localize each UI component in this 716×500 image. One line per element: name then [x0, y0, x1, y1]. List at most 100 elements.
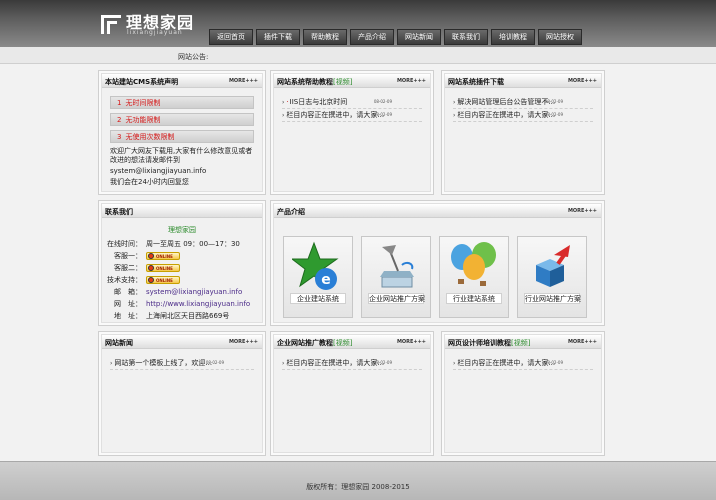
cms-panel: 本站建站CMS系统声明 MORE+++ 1 无时间限制 2 无功能限制 3 无使…: [98, 70, 266, 195]
contact-row: 邮 箱： system@lixiangjiayuan.info: [106, 286, 258, 298]
help-panel: 网站系统帮助教程[视频] MORE+++ › ·IIS日志与北京时间 08-02-0…: [270, 70, 434, 195]
qq-status: ONLINE: [156, 265, 173, 271]
nav-plugin-download[interactable]: 插件下载: [256, 29, 300, 45]
list-item[interactable]: › 栏目内容正在撰进中，请大家... 08-02-09: [282, 357, 422, 370]
more-link[interactable]: MORE+++: [568, 208, 597, 214]
arrow-icon: ›: [110, 360, 113, 367]
panel-title-text: 网站系统帮助教程: [277, 78, 333, 86]
nav-help[interactable]: 帮助教程: [303, 29, 347, 45]
stat-bar: 3 无使用次数限制: [110, 130, 254, 143]
panel-title: 本站建站CMS系统声明: [105, 78, 179, 86]
panel-header: 联系我们: [102, 204, 262, 218]
lamp-icon: [380, 245, 414, 288]
notice-bar: 网站公告:: [0, 47, 716, 64]
nav-training[interactable]: 培训教程: [491, 29, 535, 45]
svg-text:e: e: [321, 272, 331, 288]
list-item[interactable]: › 栏目内容正在撰进中，请大家... 08-02-09: [453, 109, 593, 122]
more-link[interactable]: MORE+++: [397, 78, 426, 84]
list-item[interactable]: › 解决网站管理后台公告管理不... 08-02-09: [453, 96, 593, 109]
company-name: 理想家园: [168, 226, 196, 234]
panel-title: 网页设计师培训教程[视频]: [448, 338, 530, 348]
more-link[interactable]: MORE+++: [229, 78, 258, 84]
contact-label: 客服二：: [114, 264, 142, 272]
contact-label: 网 址：: [114, 300, 142, 308]
list-item-text: 网站第一个模板上线了，欢迎...: [114, 359, 213, 367]
contact-label: 在线时间：: [107, 240, 142, 248]
qq-icon: [148, 277, 154, 283]
product-card[interactable]: 行业建站系统: [439, 236, 509, 318]
site-footer: 版权所有：理想家园 2008-2015: [0, 461, 716, 500]
logo-mark-icon: [101, 15, 121, 34]
list-item-text: 栏目内容正在撰进中，请大家...: [286, 359, 385, 367]
panel-header: 网页设计师培训教程[视频] MORE+++: [445, 335, 601, 349]
list-item-text: 栏目内容正在撰进中，请大家...: [286, 111, 385, 119]
qq-online-button[interactable]: ONLINE: [146, 264, 180, 272]
list-item[interactable]: › ·IIS日志与北京时间 08-02-09: [282, 96, 422, 109]
qq-icon: [148, 265, 154, 271]
reply-note: 我们会在24小时内回复您: [110, 178, 189, 186]
panel-title: 产品介绍: [277, 208, 305, 216]
product-label: 行业网站推广方案: [524, 293, 581, 304]
promo-panel: 企业网站推广教程[视频] MORE+++ › 栏目内容正在撰进中，请大家... 08…: [270, 331, 434, 456]
balloons-icon: [451, 242, 496, 286]
panel-header: 网站系统帮助教程[视频] MORE+++: [274, 74, 430, 88]
product-card[interactable]: e 企业建站系统: [283, 236, 353, 318]
list-item[interactable]: › 栏目内容正在撰进中，请大家... 08-02-09: [453, 357, 593, 370]
product-card[interactable]: 企业网站推广方案: [361, 236, 431, 318]
list-item[interactable]: › 栏目内容正在撰进中，请大家... 08-02-09: [282, 109, 422, 122]
product-card[interactable]: 行业网站推广方案: [517, 236, 587, 318]
qq-online-button[interactable]: ONLINE: [146, 252, 180, 260]
nav-home[interactable]: 返回首页: [209, 29, 253, 45]
nav-news[interactable]: 网站新闻: [397, 29, 441, 45]
contact-row: 地 址： 上海闸北区天目西路669号: [106, 310, 258, 322]
qq-online-button[interactable]: ONLINE: [146, 276, 180, 284]
arrow-icon: ›: [282, 360, 285, 367]
more-link[interactable]: MORE+++: [568, 339, 597, 345]
list-item[interactable]: › 网站第一个模板上线了，欢迎... 08-02-09: [110, 357, 254, 370]
stat-text: 无使用次数限制: [125, 132, 175, 141]
panel-header: 网站系统插件下载 MORE+++: [445, 74, 601, 88]
arrow-icon: ›: [453, 99, 456, 106]
product-label: 企业网站推广方案: [368, 293, 425, 304]
contact-row: 网 址： http://www.lixiangjiayuan.info: [106, 298, 258, 310]
list-item-date: 08-02-09: [205, 360, 224, 365]
panel-title: 网站系统帮助教程[视频]: [277, 77, 352, 87]
stat-text: 无时间限制: [125, 98, 161, 107]
email-link[interactable]: system@lixiangjiayuan.info: [146, 288, 242, 296]
list-item-date: 08-02-09: [544, 360, 563, 365]
qq-status: ONLINE: [156, 253, 173, 259]
video-tag[interactable]: [视频]: [333, 339, 352, 347]
contact-label: 客服一：: [114, 252, 142, 260]
more-link[interactable]: MORE+++: [397, 339, 426, 345]
design-panel: 网页设计师培训教程[视频] MORE+++ › 栏目内容正在撰进中，请大家... 0…: [441, 331, 605, 456]
nav-license[interactable]: 网站授权: [538, 29, 582, 45]
business-hours: 周一至周五 09：00—17：30: [146, 240, 240, 248]
nav-products[interactable]: 产品介绍: [350, 29, 394, 45]
qq-status: ONLINE: [156, 277, 173, 283]
nav-contact[interactable]: 联系我们: [444, 29, 488, 45]
site-header: 理想家园 lixiangjiayuan 返回首页 插件下载 帮助教程 产品介绍 …: [0, 0, 716, 47]
product-panel: 产品介绍 MORE+++ e 企业建站系统 企业网站推广方案 行业建站系统 行业…: [270, 200, 605, 326]
plugin-panel: 网站系统插件下载 MORE+++ › 解决网站管理后台公告管理不... 08-02-…: [441, 70, 605, 195]
product-label: 企业建站系统: [290, 293, 346, 304]
more-link[interactable]: MORE+++: [568, 78, 597, 84]
main-nav: 返回首页 插件下载 帮助教程 产品介绍 网站新闻 联系我们 培训教程 网站授权: [209, 29, 582, 45]
list-item-date: 08-02-09: [373, 360, 392, 365]
more-link[interactable]: MORE+++: [229, 339, 258, 345]
stat-text: 无功能限制: [125, 115, 161, 124]
video-tag[interactable]: [视频]: [333, 78, 352, 86]
stat-number: 3: [117, 132, 122, 141]
panel-header: 网站新闻 MORE+++: [102, 335, 262, 349]
panel-title: 联系我们: [105, 208, 133, 216]
video-tag[interactable]: [视频]: [511, 339, 530, 347]
address-text: 上海闸北区天目西路669号: [146, 312, 230, 320]
panel-title: 企业网站推广教程[视频]: [277, 338, 352, 348]
welcome-text: 欢迎广大网友下载用,大家有什么修改意见或者改进的想法请发邮件到: [110, 147, 253, 164]
stat-bar: 2 无功能限制: [110, 113, 254, 126]
panel-title: 网站新闻: [105, 339, 133, 347]
panel-title: 网站系统插件下载: [448, 78, 504, 86]
cubes-icon: [536, 245, 570, 287]
website-link[interactable]: http://www.lixiangjiayuan.info: [146, 300, 250, 308]
contact-email-link[interactable]: system@lixiangjiayuan.info: [110, 167, 254, 176]
list-item-text: 解决网站管理后台公告管理不...: [457, 98, 556, 106]
